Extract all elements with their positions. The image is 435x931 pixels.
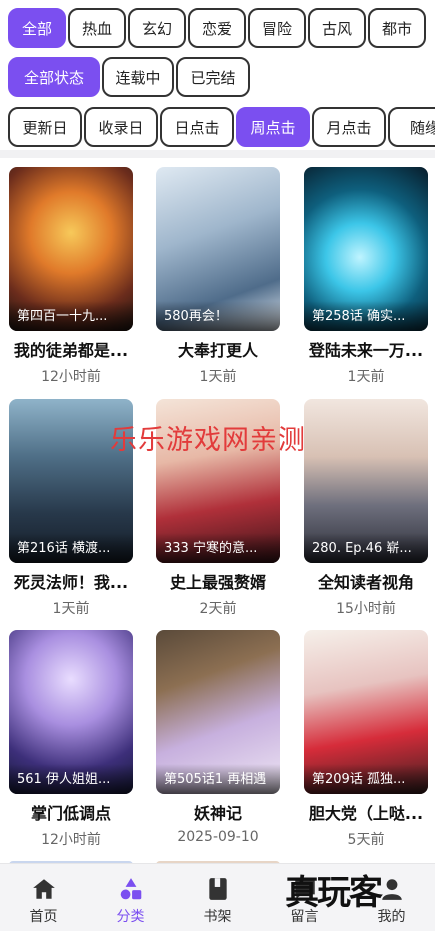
- comic-cover[interactable]: 333 宁寒的意...: [156, 399, 280, 563]
- comic-title[interactable]: 死灵法师！我...: [3, 569, 139, 593]
- comic-title[interactable]: 掌门低调点: [3, 800, 139, 824]
- tab-label: 分类: [116, 909, 145, 925]
- update-time: 15小时前: [336, 601, 396, 617]
- sort-chip-weekly-clicks[interactable]: 周点击: [236, 107, 310, 147]
- comic-title[interactable]: 登陆未来一万...: [298, 337, 434, 361]
- comic-title[interactable]: 大奉打更人: [150, 337, 286, 361]
- comic-title[interactable]: 全知读者视角: [298, 569, 434, 593]
- status-chip-completed[interactable]: 已完结: [176, 57, 250, 97]
- comic-cover[interactable]: 第209话 孤独...: [304, 630, 428, 794]
- sort-filter-row: 更新日 收录日 日点击 周点击 月点击 随缘: [0, 107, 435, 151]
- latest-chapter-label: 280. Ep.46 崭...: [304, 533, 428, 563]
- tab-home[interactable]: 首页: [0, 864, 87, 931]
- comic-cover[interactable]: 第四百一十九...: [9, 167, 133, 331]
- latest-chapter-label: 580再会！: [156, 301, 280, 331]
- genre-chip-fantasy[interactable]: 玄幻: [128, 8, 186, 48]
- latest-chapter-label: 第216话 横渡...: [9, 533, 133, 563]
- comic-title[interactable]: 胆大党（上哒...: [298, 800, 434, 824]
- comic-grid: 第四百一十九... 我的徒弟都是... 12小时前 580再会！ 大奉打更人 1…: [0, 158, 435, 863]
- comic-title[interactable]: 史上最强赘婿: [150, 569, 286, 593]
- update-time: 2天前: [199, 601, 237, 617]
- tab-label: 书架: [203, 909, 232, 925]
- genre-chip-adventure[interactable]: 冒险: [248, 8, 306, 48]
- genre-chip-hot-blood[interactable]: 热血: [68, 8, 126, 48]
- status-filter-row: 全部状态 连载中 已完结: [0, 57, 435, 101]
- sort-chip-update-day[interactable]: 更新日: [8, 107, 82, 147]
- tab-bookshelf[interactable]: 书架: [174, 864, 261, 931]
- update-time: 12小时前: [41, 369, 101, 385]
- latest-chapter-label: 561 伊人姐姐...: [9, 764, 133, 794]
- latest-chapter-label: 333 宁寒的意...: [156, 533, 280, 563]
- genre-chip-ancient[interactable]: 古风: [308, 8, 366, 48]
- comic-cover[interactable]: 580再会！: [156, 167, 280, 331]
- bookshelf-icon: [209, 878, 227, 900]
- sort-chip-collect-day[interactable]: 收录日: [84, 107, 158, 147]
- home-icon: [33, 879, 55, 899]
- update-time: 2025-09-10: [177, 829, 259, 845]
- section-divider: [0, 150, 435, 158]
- sort-chip-random[interactable]: 随缘: [388, 107, 435, 147]
- comic-cover[interactable]: 第258话 确实...: [304, 167, 428, 331]
- comic-cover[interactable]: 第216话 横渡...: [9, 399, 133, 563]
- comic-cover[interactable]: 561 伊人姐姐...: [9, 630, 133, 794]
- comic-title[interactable]: 我的徒弟都是...: [3, 337, 139, 361]
- genre-filter-row: 全部 热血 玄幻 恋爱 冒险 古风 都市: [0, 8, 435, 52]
- comic-cover[interactable]: 第505话1 再相遇: [156, 630, 280, 794]
- update-time: 1天前: [347, 369, 385, 385]
- update-time: 1天前: [199, 369, 237, 385]
- latest-chapter-label: 第505话1 再相遇: [156, 764, 280, 794]
- genre-chip-romance[interactable]: 恋爱: [188, 8, 246, 48]
- genre-chip-all[interactable]: 全部: [8, 8, 66, 48]
- brand-logo: 真玩客: [285, 873, 383, 913]
- comic-cover[interactable]: 280. Ep.46 崭...: [304, 399, 428, 563]
- latest-chapter-label: 第四百一十九...: [9, 301, 133, 331]
- comic-title[interactable]: 妖神记: [150, 800, 286, 824]
- sort-chip-monthly-clicks[interactable]: 月点击: [312, 107, 386, 147]
- status-chip-all[interactable]: 全部状态: [8, 57, 100, 97]
- latest-chapter-label: 第209话 孤独...: [304, 764, 428, 794]
- update-time: 1天前: [52, 601, 90, 617]
- category-icon: [120, 878, 142, 900]
- status-chip-ongoing[interactable]: 连载中: [102, 57, 174, 97]
- genre-chip-urban[interactable]: 都市: [368, 8, 426, 48]
- update-time: 5天前: [347, 832, 385, 848]
- sort-chip-daily-clicks[interactable]: 日点击: [160, 107, 234, 147]
- tab-category[interactable]: 分类: [87, 864, 174, 931]
- latest-chapter-label: 第258话 确实...: [304, 301, 428, 331]
- update-time: 12小时前: [41, 832, 101, 848]
- tab-label: 首页: [29, 909, 58, 925]
